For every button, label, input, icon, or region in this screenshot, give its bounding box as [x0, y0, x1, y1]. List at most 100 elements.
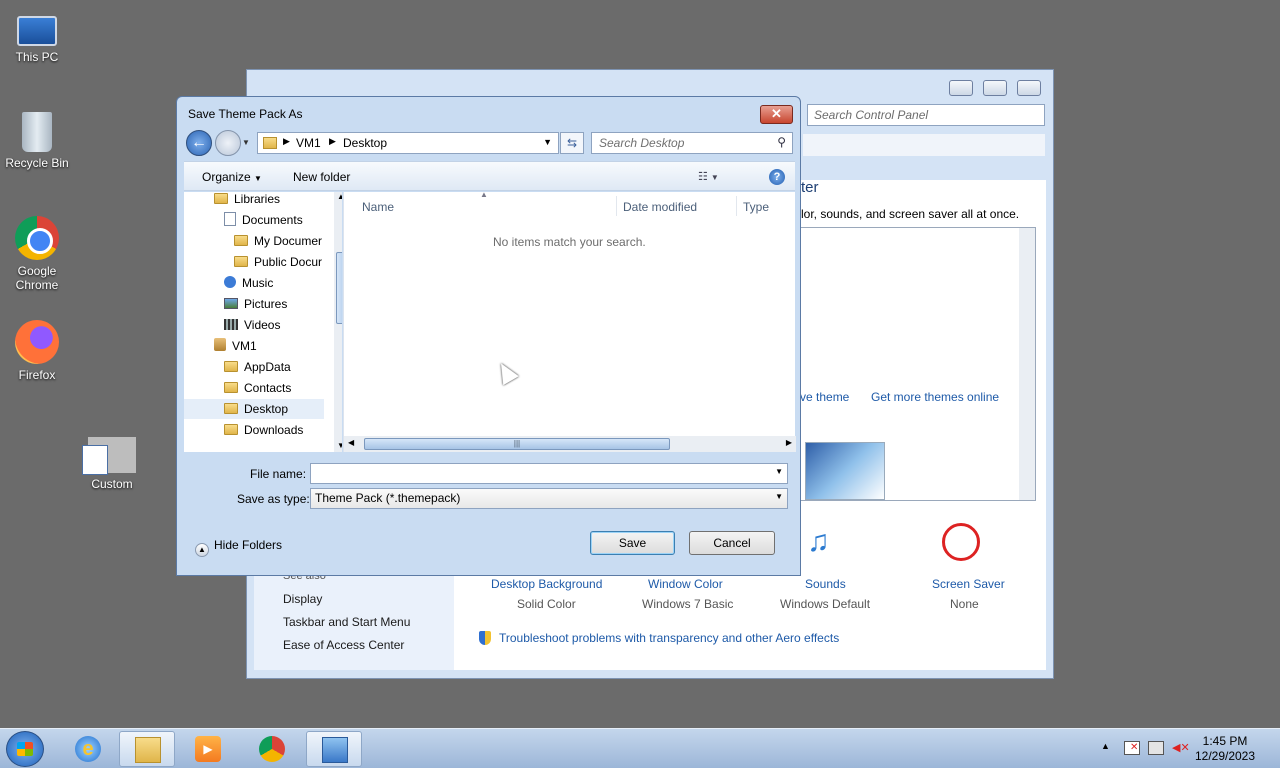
search-desktop-input[interactable]: Search Desktop ⚲ [591, 132, 793, 154]
save-as-type-select[interactable]: Theme Pack (*.themepack) ▼ [310, 488, 788, 509]
search-placeholder: Search Desktop [599, 136, 685, 150]
network-icon[interactable] [1148, 741, 1164, 755]
tree-item-videos[interactable]: Videos [224, 315, 280, 335]
desktop-icon-google-chrome[interactable]: Google Chrome [0, 216, 77, 292]
hscroll-thumb[interactable]: ||| [364, 438, 670, 450]
tree-item-label: Contacts [244, 381, 292, 395]
shield-icon [479, 631, 491, 645]
control-panel-search-input[interactable]: Search Control Panel [807, 104, 1045, 126]
tree-item-label: My Documer [254, 234, 323, 248]
tree-item-vm1[interactable]: VM1 [214, 336, 257, 356]
column-header-date-modified[interactable]: Date modified [623, 200, 697, 214]
sounds-link[interactable]: Sounds [805, 577, 846, 591]
screen-saver-link[interactable]: Screen Saver [932, 577, 1005, 591]
save-theme-link[interactable]: ve theme [800, 390, 849, 404]
desktop-icon-this-pc[interactable]: This PC [0, 10, 77, 64]
breadcrumb-separator-icon: ▶ [283, 136, 290, 146]
taskbar-clock[interactable]: 1:45 PM 12/29/2023 [1180, 734, 1270, 764]
tree-item-documents[interactable]: Documents [224, 210, 303, 230]
taskbar-media-player[interactable]: ▶ [180, 731, 236, 767]
maximize-button[interactable] [983, 80, 1007, 96]
link-taskbar-start-menu[interactable]: Taskbar and Start Menu [283, 615, 410, 629]
desktop-icon-recycle-bin[interactable]: Recycle Bin [0, 112, 77, 170]
chevron-up-icon: ▲ [195, 543, 209, 557]
tree-scroll-thumb[interactable] [336, 252, 342, 324]
chevron-down-icon[interactable]: ▼ [775, 492, 783, 501]
recent-locations-dropdown-icon[interactable]: ▼ [242, 138, 252, 148]
help-icon[interactable]: ? [769, 169, 785, 185]
action-center-icon[interactable]: ✕ [1124, 741, 1140, 755]
tree-item-desktop[interactable]: Desktop [184, 399, 324, 419]
column-header-type[interactable]: Type [743, 200, 769, 214]
dialog-title: Save Theme Pack As [188, 107, 303, 121]
close-button[interactable] [1017, 80, 1041, 96]
hide-folders-button[interactable]: ▲ Hide Folders [195, 538, 282, 557]
organize-button[interactable]: Organize ▼ [202, 170, 262, 184]
save-as-type-label: Save as type: [237, 492, 310, 506]
start-button[interactable] [6, 731, 44, 767]
tree-item-pictures[interactable]: Pictures [224, 294, 287, 314]
tree-item-libraries[interactable]: Libraries [214, 192, 280, 209]
tree-scrollbar[interactable]: ▲ ▼ [334, 192, 342, 452]
folder-icon [224, 361, 238, 372]
sounds-icon: ♫ [807, 525, 830, 558]
chevron-down-icon[interactable]: ▼ [775, 467, 783, 476]
refresh-icon[interactable]: ⇆ [560, 132, 584, 154]
breadcrumb-desktop[interactable]: Desktop [343, 136, 387, 150]
forward-arrow-icon[interactable] [215, 130, 241, 156]
file-list-hscrollbar[interactable]: ◀ ||| ▶ [344, 436, 796, 452]
new-folder-button[interactable]: New folder [293, 170, 350, 184]
tree-item-label: Public Docur [254, 255, 323, 269]
tree-item-music[interactable]: Music [224, 273, 273, 293]
scroll-up-icon[interactable]: ▲ [337, 192, 342, 201]
desktop-icon-custom[interactable]: Custom [72, 437, 152, 491]
window-color-link[interactable]: Window Color [648, 577, 723, 591]
scroll-down-icon[interactable]: ▼ [337, 441, 342, 450]
taskbar: e ▶ ▲ ✕ ◀✕ 1:45 PM 12/29/2023 [0, 728, 1280, 768]
control-panel-toolbar [803, 134, 1045, 156]
tree-item-label: Music [242, 276, 274, 290]
tree-item-label: Pictures [244, 297, 288, 311]
minimize-button[interactable] [949, 80, 973, 96]
tree-item-appdata[interactable]: AppData [224, 357, 291, 377]
folder-icon [224, 403, 238, 414]
get-more-themes-link[interactable]: Get more themes online [871, 390, 999, 404]
desktop-background-link[interactable]: Desktop Background [491, 577, 602, 591]
tree-item-contacts[interactable]: Contacts [224, 378, 291, 398]
file-list-view: Name ▲ Date modified Type No items match… [343, 190, 796, 452]
themes-list: ve theme Get more themes online [794, 227, 1036, 501]
tree-item-public-documents[interactable]: Public Docur [234, 252, 322, 272]
folder-icon [234, 235, 248, 246]
cancel-button[interactable]: Cancel [689, 531, 775, 555]
save-theme-pack-dialog: Save Theme Pack As ✕ ← ▼ ▶ VM1 ▶ Desktop… [176, 96, 801, 576]
show-hidden-icons-icon[interactable]: ▲ [1101, 741, 1117, 755]
troubleshoot-link[interactable]: Troubleshoot problems with transparency … [499, 631, 839, 645]
taskbar-control-panel[interactable] [306, 731, 362, 767]
themes-list-scrollbar[interactable] [1019, 228, 1035, 500]
link-ease-of-access[interactable]: Ease of Access Center [283, 638, 404, 652]
save-button[interactable]: Save [590, 531, 675, 555]
taskbar-file-explorer[interactable] [119, 731, 175, 767]
scroll-right-icon[interactable]: ▶ [786, 438, 792, 447]
taskbar-internet-explorer[interactable]: e [60, 731, 116, 767]
scroll-left-icon[interactable]: ◀ [348, 438, 354, 447]
tree-item-label: AppData [244, 360, 291, 374]
tree-item-downloads[interactable]: Downloads [224, 420, 303, 440]
link-display[interactable]: Display [283, 592, 322, 606]
screen-saver-icon [942, 523, 980, 561]
back-arrow-icon[interactable]: ← [186, 130, 212, 156]
tree-item-my-documents[interactable]: My Documer [234, 231, 322, 251]
breadcrumb-vm1[interactable]: VM1 [296, 136, 321, 150]
view-options-icon[interactable]: ☷ ▼ [698, 170, 719, 183]
theme-thumbnail[interactable] [805, 442, 885, 500]
desktop-icon-label: Custom [91, 477, 133, 491]
desktop-icon-firefox[interactable]: Firefox [0, 320, 77, 382]
column-header-name[interactable]: Name [362, 200, 394, 214]
window-color-value: Windows 7 Basic [642, 597, 734, 611]
taskbar-chrome[interactable] [244, 731, 300, 767]
file-name-input[interactable]: ▼ [310, 463, 788, 484]
chevron-down-icon[interactable]: ▼ [543, 137, 552, 147]
desktop-icon-label: This PC [15, 50, 59, 64]
address-bar[interactable]: ▶ VM1 ▶ Desktop ▼ [257, 132, 559, 154]
dialog-close-button[interactable]: ✕ [760, 105, 793, 124]
